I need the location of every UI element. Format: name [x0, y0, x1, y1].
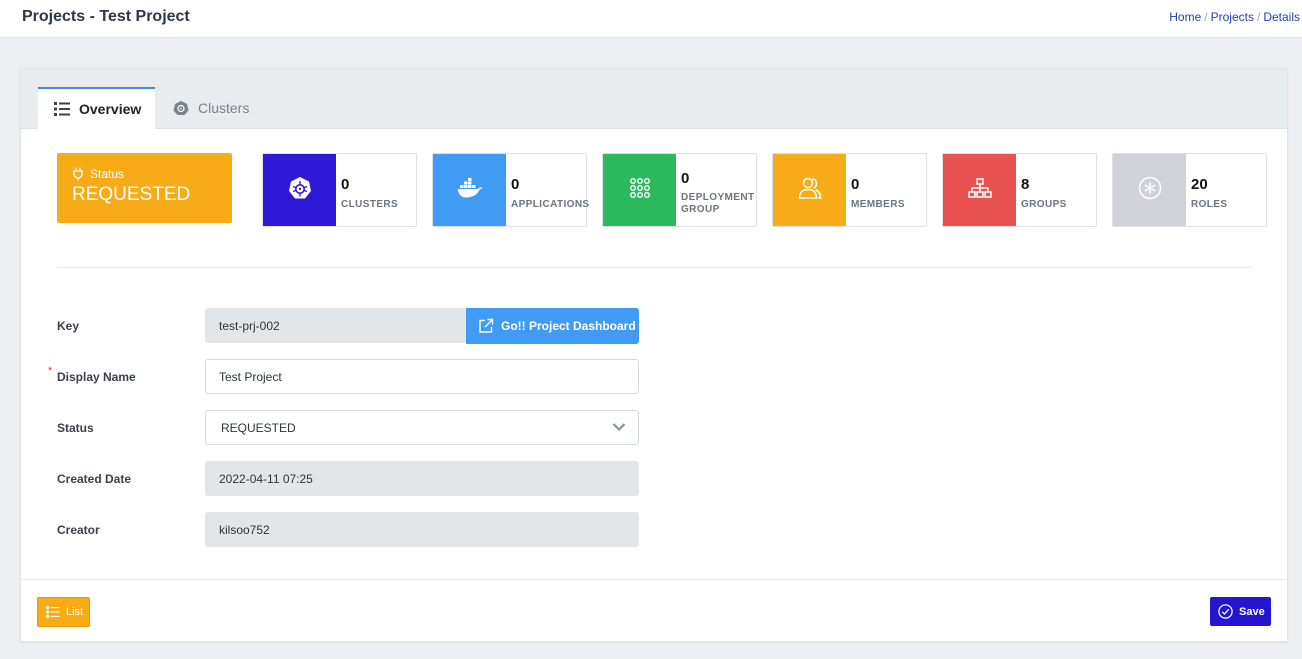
external-link-icon [478, 318, 494, 334]
asterisk-circle-icon [1138, 176, 1162, 205]
list-icon [54, 101, 70, 117]
save-button[interactable]: Save [1210, 597, 1271, 626]
stat-card-clusters[interactable]: 0 CLUSTERS [262, 153, 417, 227]
key-field: test-prj-002 [205, 308, 467, 343]
stat-members-label: MEMBERS [851, 199, 905, 210]
status-label: Status [57, 421, 94, 435]
list-button[interactable]: List [37, 597, 90, 627]
creator-field: kilsoo752 [205, 512, 639, 547]
stat-deployment-group-value: 0 [681, 170, 690, 187]
created-date-label: Created Date [57, 472, 132, 486]
list-icon [46, 606, 60, 618]
tab-clusters[interactable]: Clusters [171, 87, 271, 129]
creator-label: Creator [57, 523, 100, 537]
project-dashboard-button-label: Go!! Project Dashboard [501, 319, 636, 333]
stat-roles-label: ROLES [1191, 199, 1228, 210]
required-indicator: * [48, 365, 53, 377]
breadcrumb-projects[interactable]: Projects [1211, 10, 1254, 24]
project-dashboard-button[interactable]: Go!! Project Dashboard [466, 308, 639, 344]
stat-deployment-group-label-line2: GROUP [681, 204, 720, 215]
top-header: Projects - Test Project Home / Projects / De… [0, 0, 1302, 38]
created-date-field: 2022-04-11 07:25 [205, 461, 639, 496]
check-circle-icon [1218, 604, 1233, 619]
list-button-label: List [66, 606, 84, 618]
docker-icon [457, 177, 483, 203]
hierarchy-icon [967, 177, 992, 203]
stat-card-applications[interactable]: 0 APPLICATIONS [432, 153, 590, 227]
stat-applications-value: 0 [511, 176, 520, 193]
key-label: Key [57, 319, 80, 333]
section-divider [57, 267, 1251, 268]
stat-deployment-group-label-line1: DEPLOYMENT [681, 192, 755, 203]
breadcrumb-details: Details [1263, 10, 1300, 24]
stat-groups-label: GROUPS [1021, 199, 1067, 210]
breadcrumb-home[interactable]: Home [1169, 10, 1201, 24]
project-detail-card: Overview Clusters Status REQUESTED 0 CLU… [20, 68, 1288, 642]
tab-clusters-label: Clusters [198, 100, 250, 116]
chevron-down-icon [612, 421, 626, 435]
page-title: Projects - Test Project [22, 8, 190, 25]
status-summary-label: Status [90, 167, 125, 181]
status-select[interactable]: REQUESTED [205, 410, 639, 445]
stat-card-deployment-group[interactable]: 0 DEPLOYMENT GROUP [602, 153, 757, 227]
tab-overview-label: Overview [79, 101, 142, 117]
save-button-label: Save [1239, 605, 1265, 618]
stat-applications-label: APPLICATIONS [511, 199, 590, 210]
card-footer: List Save [21, 579, 1287, 641]
tab-overview[interactable]: Overview [38, 87, 155, 129]
stat-clusters-value: 0 [341, 176, 350, 193]
stat-card-roles[interactable]: 20 ROLES [1112, 153, 1267, 227]
stat-deployment-group-label: DEPLOYMENT GROUP [681, 192, 754, 216]
stat-roles-value: 20 [1191, 176, 1208, 193]
stat-clusters-label: CLUSTERS [341, 199, 399, 210]
status-summary-label-row: Status [72, 167, 232, 181]
stat-members-value: 0 [851, 176, 860, 193]
kubernetes-icon [288, 176, 312, 205]
breadcrumb: Home / Projects / Details [1169, 10, 1300, 24]
stat-groups-value: 8 [1021, 176, 1030, 193]
stat-card-members[interactable]: 0 MEMBERS [772, 153, 927, 227]
status-summary-value: REQUESTED [72, 184, 191, 205]
display-name-input[interactable]: Test Project [205, 359, 639, 394]
tab-bar: Overview Clusters [21, 69, 1287, 129]
status-select-value: REQUESTED [221, 420, 296, 435]
display-name-label: Display Name [57, 370, 136, 384]
users-icon [798, 177, 822, 204]
grid-dots-icon [629, 177, 651, 204]
plug-icon [72, 167, 84, 181]
kubernetes-icon [173, 100, 189, 116]
stat-card-groups[interactable]: 8 GROUPS [942, 153, 1097, 227]
status-summary-card: Status REQUESTED [57, 153, 232, 223]
